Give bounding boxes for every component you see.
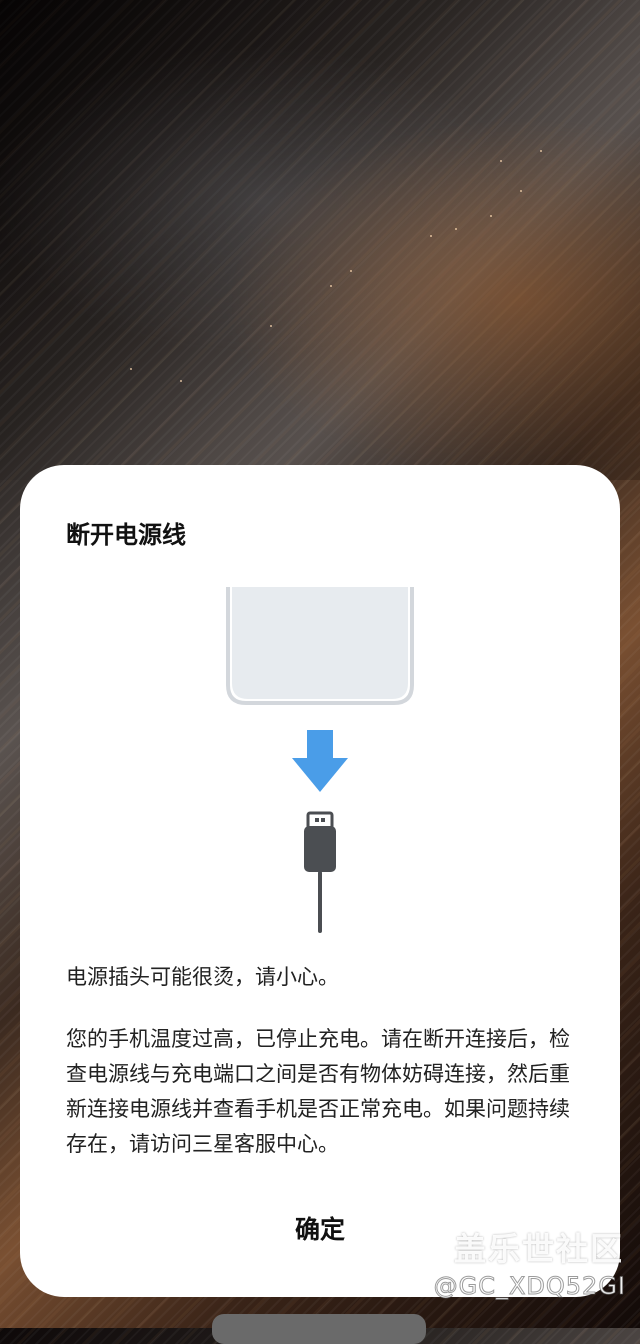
disconnect-illustration	[226, 587, 414, 933]
wallpaper-sparkle	[180, 380, 182, 382]
confirm-button[interactable]: 确定	[220, 1198, 420, 1258]
navigation-handle[interactable]	[212, 1314, 426, 1344]
wallpaper	[0, 0, 640, 480]
wallpaper-sparkle	[330, 285, 332, 287]
watermark-handle: @GC_XDQ52GI	[433, 1272, 626, 1301]
wallpaper-sparkle	[455, 228, 457, 230]
wallpaper-sparkle	[350, 270, 352, 272]
wallpaper-sparkle	[540, 150, 542, 152]
dialog-title: 断开电源线	[66, 521, 186, 549]
wallpaper-sparkle	[500, 160, 502, 162]
wallpaper-sparkle	[490, 215, 492, 217]
overheat-dialog: 断开电源线 电源插头可能很烫，请小心。 您的手机温度过高，已停止充电。请在断开连…	[20, 465, 620, 1297]
usb-plug-icon	[304, 811, 336, 933]
wallpaper-sparkle	[130, 368, 132, 370]
warning-text: 电源插头可能很烫，请小心。	[66, 965, 339, 989]
watermark-logo: 盖乐世社区	[453, 1230, 624, 1268]
wallpaper-sparkle	[520, 190, 522, 192]
wallpaper-sparkle	[270, 325, 272, 327]
arrow-down-icon	[292, 730, 348, 792]
dialog-message: 您的手机温度过高，已停止充电。请在断开连接后，检查电源线与充电端口之间是否有物体…	[66, 1027, 570, 1156]
wallpaper-sparkle	[430, 235, 432, 237]
phone-icon	[226, 587, 414, 705]
